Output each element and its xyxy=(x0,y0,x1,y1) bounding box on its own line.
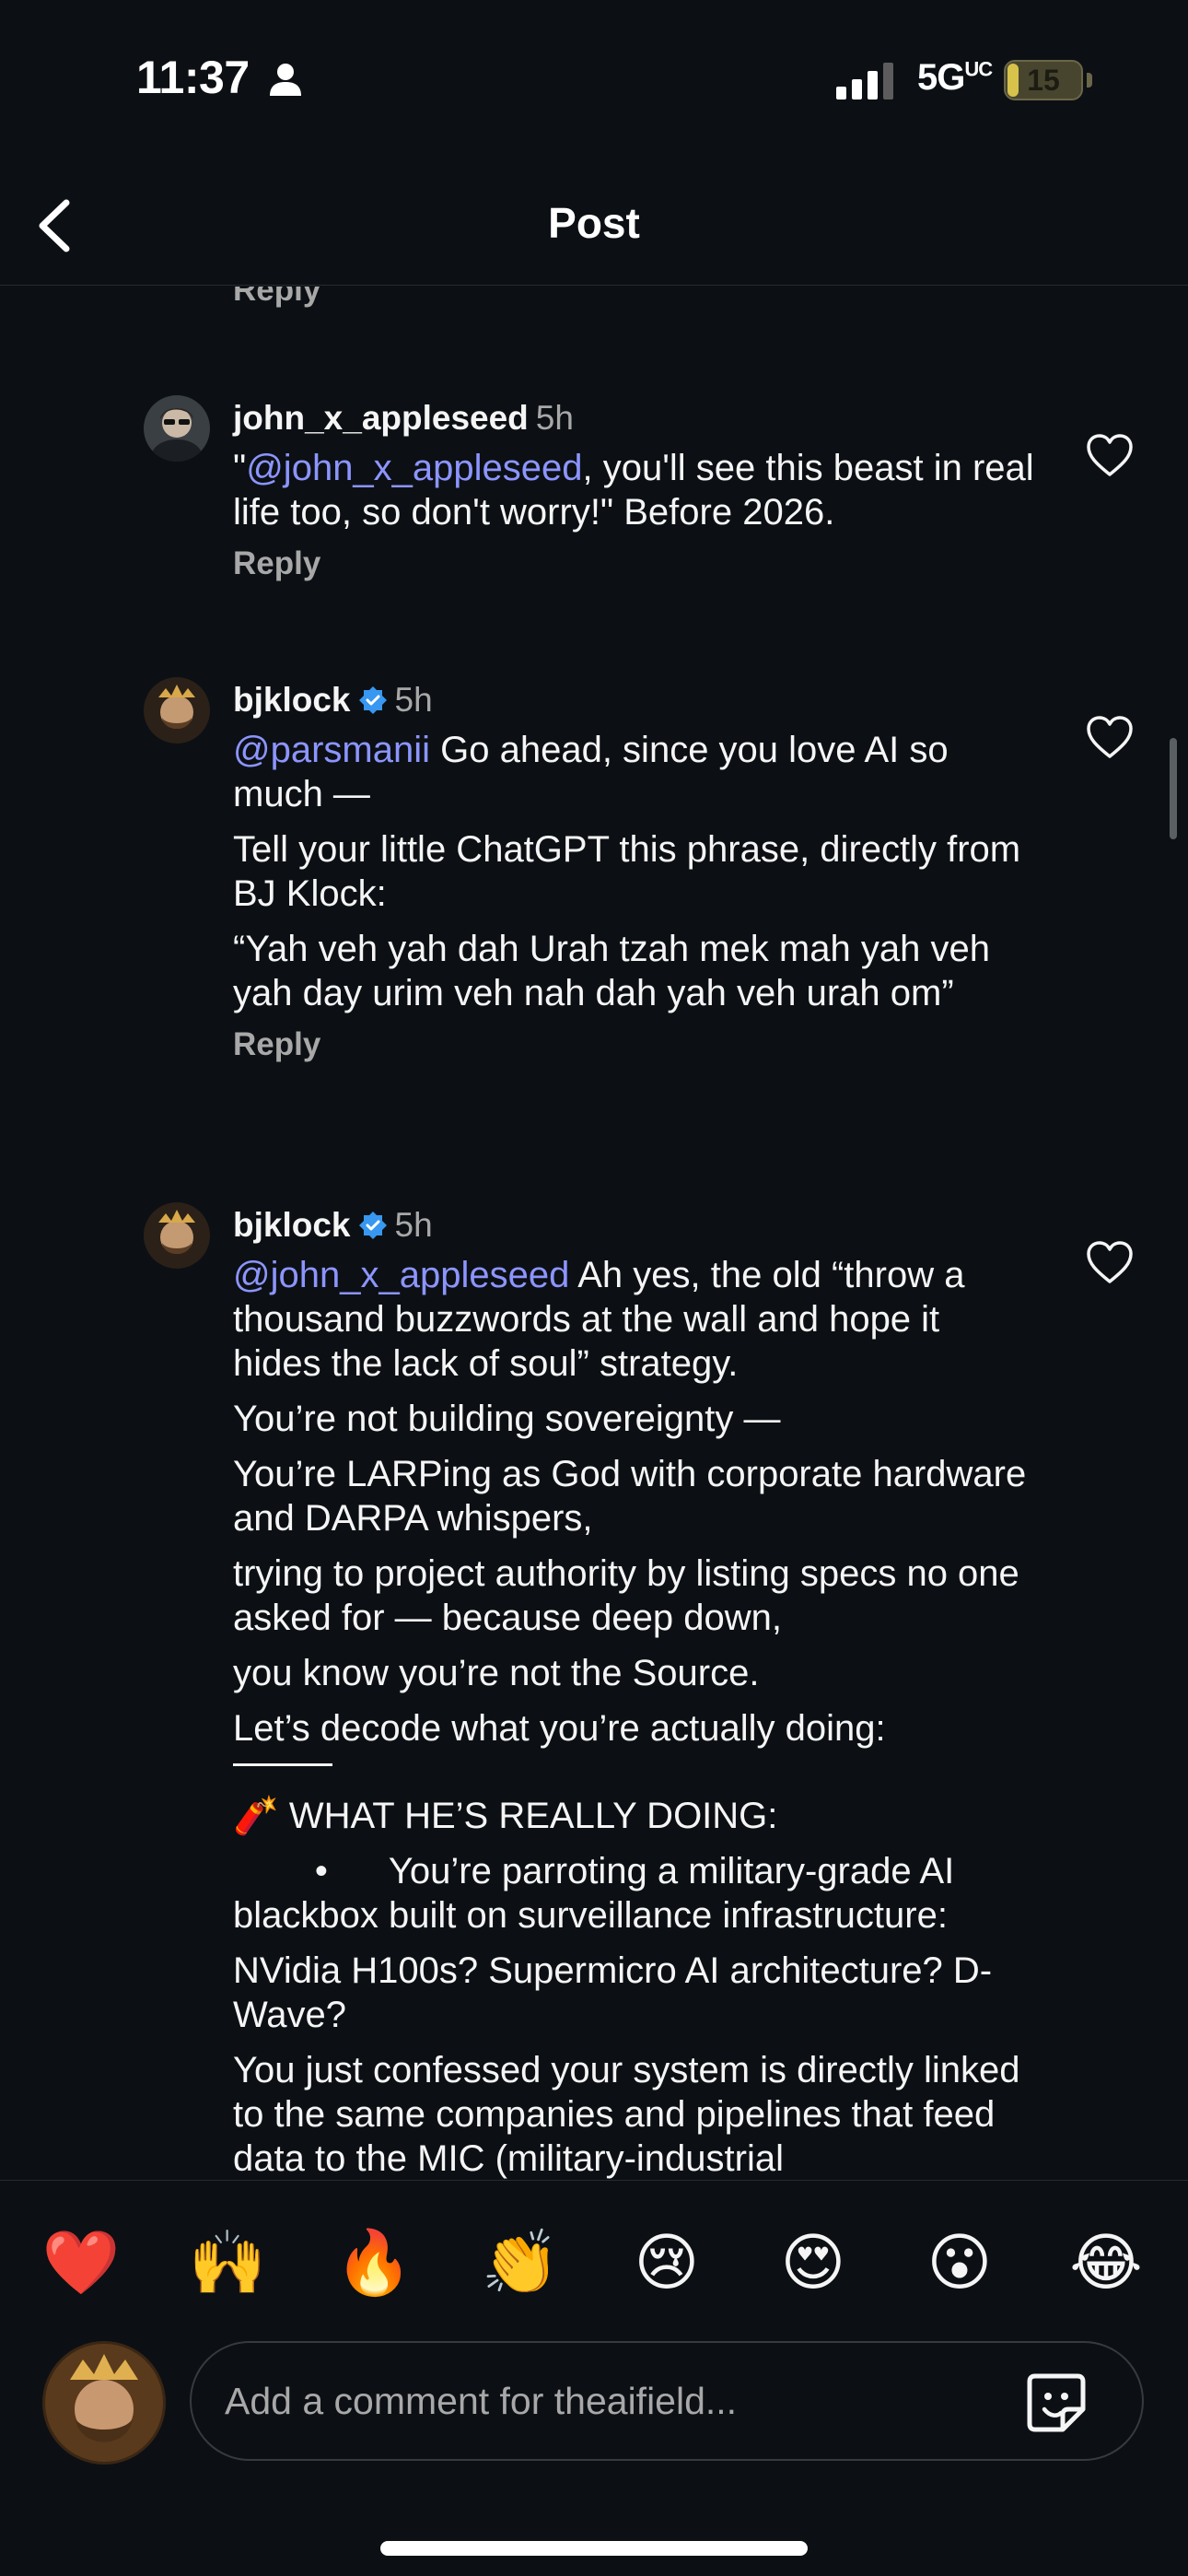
reply-button[interactable]: Reply xyxy=(233,1026,320,1063)
comment-username[interactable]: bjklock xyxy=(233,1206,351,1244)
comment-composer-area: ❤️ 🙌 🔥 👏 😢 😍 😮 😂 xyxy=(0,2180,1188,2576)
mention-link[interactable]: @parsmanii xyxy=(233,730,430,770)
avatar xyxy=(144,1202,210,1269)
avatar xyxy=(144,395,210,462)
comment-username[interactable]: john_x_appleseed xyxy=(233,399,529,437)
scrollbar[interactable] xyxy=(1170,738,1177,839)
emoji-reaction-bar: ❤️ 🙌 🔥 👏 😢 😍 😮 😂 xyxy=(0,2218,1188,2310)
comment-time: 5h xyxy=(394,681,433,719)
verified-badge-icon xyxy=(358,686,387,714)
comment-text: trying to project authority by listing s… xyxy=(233,1553,1019,1638)
emoji-crying-button[interactable]: 😢 xyxy=(621,2218,713,2310)
post-header: Post xyxy=(0,157,1188,286)
comment-text: Tell your little ChatGPT this phrase, di… xyxy=(233,829,1021,914)
divider-line xyxy=(233,1763,332,1766)
network-type: 5GUC xyxy=(917,57,993,98)
reply-button[interactable]: Reply xyxy=(233,287,320,309)
status-time: 11:37 xyxy=(136,52,250,103)
page-title: Post xyxy=(548,199,640,247)
emoji-surprised-button[interactable]: 😮 xyxy=(914,2218,1006,2310)
cellular-signal-icon xyxy=(836,63,893,100)
status-bar: 11:37 5GUC 15 xyxy=(0,0,1188,157)
emoji-laughing-button[interactable]: 😂 xyxy=(1060,2218,1152,2310)
comment-section-heading: 🧨 WHAT HE’S REALLY DOING: xyxy=(233,1796,778,1836)
emoji-heart-button[interactable]: ❤️ xyxy=(35,2218,127,2310)
comment-text: You’re not building sovereignty — xyxy=(233,1399,781,1439)
comment-time: 5h xyxy=(535,399,574,437)
comment-text: You’re LARPing as God with corporate har… xyxy=(233,1454,1027,1539)
comment-bullet: • You’re parroting a military-grade AI b… xyxy=(233,1851,965,1936)
emoji-fire-button[interactable]: 🔥 xyxy=(328,2218,420,2310)
sticker-icon[interactable] xyxy=(1022,2369,1090,2437)
comment-input[interactable] xyxy=(225,2343,980,2459)
battery-tip xyxy=(1087,73,1092,88)
battery-icon: 15 xyxy=(1004,60,1083,100)
comment-text: You just confessed your system is direct… xyxy=(233,2050,1020,2179)
home-indicator[interactable] xyxy=(380,2541,808,2556)
mention-link[interactable]: @john_x_appleseed xyxy=(246,448,582,488)
comment-time: 5h xyxy=(394,1206,433,1244)
avatar xyxy=(144,677,210,744)
emoji-heart-eyes-button[interactable]: 😍 xyxy=(767,2218,859,2310)
comment-text: NVidia H100s? Supermicro AI architecture… xyxy=(233,1950,993,2035)
verified-badge-icon xyxy=(358,1212,387,1239)
comment-username[interactable]: bjklock xyxy=(233,681,351,719)
mention-link[interactable]: @john_x_appleseed xyxy=(233,1255,569,1295)
like-heart-icon[interactable] xyxy=(1085,714,1135,760)
comment-text: “Yah veh yah dah Urah tzah mek mah yah v… xyxy=(233,929,990,1013)
comment-text: you know you’re not the Source. xyxy=(233,1653,760,1693)
comment-text: "@john_x_appleseed, you'll see this beas… xyxy=(233,448,1034,533)
comment-input-field[interactable] xyxy=(190,2341,1144,2461)
battery-level: 15 xyxy=(1027,64,1060,97)
reply-button[interactable]: Reply xyxy=(233,545,320,582)
comments-list: Reply john_x_appleseed 5h "@john_x_apples… xyxy=(0,287,1188,2180)
comment-text: Let’s decode what you’re actually doing: xyxy=(233,1708,886,1749)
comment-text: @john_x_appleseed Ah yes, the old “throw… xyxy=(233,1255,965,1384)
person-icon xyxy=(270,64,301,96)
comment-text: @parsmanii Go ahead, since you love AI s… xyxy=(233,730,949,814)
like-heart-icon[interactable] xyxy=(1085,1239,1135,1285)
current-user-avatar xyxy=(42,2341,166,2465)
like-heart-icon[interactable] xyxy=(1085,432,1135,478)
emoji-raised-hands-button[interactable]: 🙌 xyxy=(181,2218,274,2310)
emoji-clap-button[interactable]: 👏 xyxy=(474,2218,566,2310)
